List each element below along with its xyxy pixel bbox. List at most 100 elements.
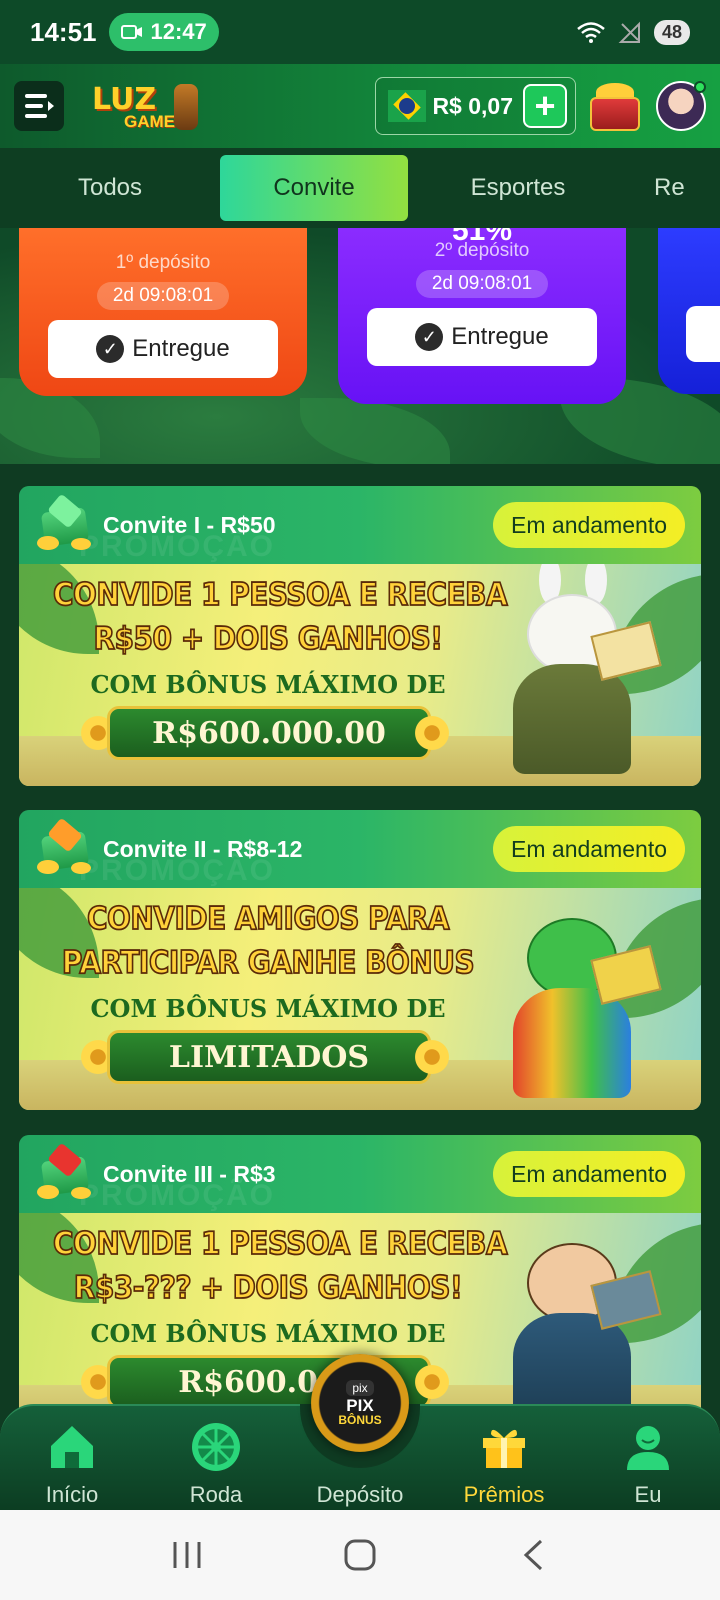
wheel-icon xyxy=(189,1420,243,1474)
deposit-label: 2º depósito xyxy=(434,240,530,261)
tab-todos[interactable]: Todos xyxy=(16,155,204,221)
nav-eu[interactable]: Eu xyxy=(588,1420,708,1508)
check-icon: ✓ xyxy=(415,323,444,351)
tab-partial[interactable]: Re xyxy=(628,155,688,221)
deposit-card-2: 51% 2º depósito 2d 09:08:01 ✓ Entregue xyxy=(338,228,626,404)
promo-header: PROMOÇÃO Convite III - R$3 Em andamento xyxy=(19,1135,701,1213)
deposit-percent: 51% xyxy=(451,228,513,247)
promo-header: PROMOÇÃO Convite I - R$50 Em andamento xyxy=(19,486,701,564)
delivered-button-partial[interactable] xyxy=(686,306,720,362)
promo-header: PROMOÇÃO Convite II - R$8-12 Em andament… xyxy=(19,810,701,888)
system-nav-bar xyxy=(0,1510,720,1600)
brazil-flag-icon xyxy=(388,90,427,122)
flower-icon xyxy=(413,1038,451,1076)
delivered-button[interactable]: ✓ Entregue xyxy=(48,320,278,378)
pix-bonus-label: BÔNUS xyxy=(338,1412,382,1427)
deposit-percent xyxy=(19,228,307,240)
nav-label: Prêmios xyxy=(463,1482,545,1507)
nav-roda[interactable]: Roda xyxy=(156,1420,276,1508)
app-header: LUZ GAMES R$ 0,07 + xyxy=(0,64,720,148)
nav-label: Depósito xyxy=(316,1482,404,1507)
promo-watermark: PROMOÇÃO xyxy=(79,854,275,887)
balance-box[interactable]: R$ 0,07 + xyxy=(375,77,576,135)
banner-line-1: CONVIDE AMIGOS PARA xyxy=(86,899,450,937)
green-gift-icon xyxy=(35,493,93,554)
flower-icon xyxy=(413,714,451,752)
red-gift-icon xyxy=(35,1142,93,1203)
pix-word: PIX xyxy=(346,1395,374,1415)
recent-apps-button[interactable] xyxy=(157,1525,217,1585)
treasure-chest-icon[interactable] xyxy=(586,77,644,135)
deposit-card-1: 1º depósito 2d 09:08:01 ✓ Entregue xyxy=(19,228,307,396)
delivered-label: Entregue xyxy=(451,323,549,350)
pix-logo-icon: pix xyxy=(346,1379,374,1396)
promo-card-1[interactable]: PROMOÇÃO Convite I - R$50 Em andamento C… xyxy=(19,486,701,786)
home-system-button[interactable] xyxy=(330,1525,390,1585)
promo-banner[interactable]: CONVIDE AMIGOS PARA PARTICIPAR GANHE BÔN… xyxy=(19,888,701,1110)
nav-label: Roda xyxy=(189,1482,243,1507)
status-badge[interactable]: Em andamento xyxy=(493,1151,685,1197)
gift-icon xyxy=(477,1420,531,1474)
logo-mascot-icon xyxy=(174,84,198,130)
online-dot-icon xyxy=(694,81,706,93)
app-logo[interactable]: LUZ GAMES xyxy=(92,76,204,136)
user-icon xyxy=(621,1420,675,1474)
back-button[interactable] xyxy=(503,1525,563,1585)
banner-line-3: COM BÔNUS MÁXIMO DE xyxy=(90,1319,446,1348)
status-time: 14:51 xyxy=(30,16,97,47)
banner-line-2: PARTICIPAR GANHE BÔNUS xyxy=(61,943,475,981)
nav-inicio[interactable]: Início xyxy=(12,1420,132,1508)
rabbit-mascot-icon xyxy=(477,564,667,784)
call-timer: 12:47 xyxy=(150,19,207,44)
back-chevron-icon xyxy=(524,1539,543,1571)
wifi-icon xyxy=(577,22,605,43)
status-bar: 14:51 12:47 48 xyxy=(0,0,720,64)
leaf-decoration-icon xyxy=(300,398,450,464)
promo-watermark: PROMOÇÃO xyxy=(79,1179,275,1212)
banner-line-1: CONVIDE 1 PESSOA E RECEBA xyxy=(52,1224,508,1262)
signal-off-icon xyxy=(618,21,640,43)
status-badge[interactable]: Em andamento xyxy=(493,502,685,548)
call-indicator[interactable]: 12:47 xyxy=(108,13,219,51)
menu-icon xyxy=(25,94,54,118)
promo-banner[interactable]: CONVIDE 1 PESSOA E RECEBA R$50 + DOIS GA… xyxy=(19,564,701,786)
video-call-icon xyxy=(120,25,142,39)
promo-card-2[interactable]: PROMOÇÃO Convite II - R$8-12 Em andament… xyxy=(19,810,701,1110)
avatar[interactable] xyxy=(656,81,706,131)
orange-gift-icon xyxy=(35,817,93,878)
deposit-label: 1º depósito xyxy=(115,252,211,273)
nav-label: Eu xyxy=(634,1482,662,1507)
add-funds-button[interactable]: + xyxy=(523,84,567,128)
deposit-timer: 2d 09:08:01 xyxy=(415,270,549,298)
snake-mascot-icon xyxy=(477,898,667,1108)
battery-level: 48 xyxy=(653,19,690,45)
tab-convite[interactable]: Convite xyxy=(220,155,408,221)
recent-apps-icon xyxy=(173,1542,201,1568)
home-square-icon xyxy=(344,1539,376,1571)
delivered-button[interactable]: ✓ Entregue xyxy=(367,308,597,366)
deposit-card-3[interactable] xyxy=(658,228,720,394)
banner-line-1: CONVIDE 1 PESSOA E RECEBA xyxy=(52,575,508,613)
tab-esportes[interactable]: Esportes xyxy=(424,155,612,221)
menu-button[interactable] xyxy=(14,81,64,131)
adventurer-mascot-icon xyxy=(477,1223,667,1433)
deposit-timer: 2d 09:08:01 xyxy=(96,282,230,310)
promo-watermark: PROMOÇÃO xyxy=(79,530,275,563)
category-tabs: Todos Convite Esportes Re xyxy=(0,148,720,228)
pix-bonus-button[interactable]: pix PIX BÔNUS xyxy=(311,1354,409,1452)
banner-line-3: COM BÔNUS MÁXIMO DE xyxy=(90,670,446,699)
banner-line-2: R$3-??? + DOIS GANHOS! xyxy=(73,1268,464,1306)
delivered-label: Entregue xyxy=(132,335,230,362)
banner-amount: LIMITADOS xyxy=(107,1030,431,1084)
status-badge[interactable]: Em andamento xyxy=(493,826,685,872)
check-icon: ✓ xyxy=(96,335,125,363)
banner-line-2: R$50 + DOIS GANHOS! xyxy=(93,619,444,657)
deposit-hero: 1º depósito 2d 09:08:01 ✓ Entregue 51% 2… xyxy=(0,228,720,464)
banner-line-3: COM BÔNUS MÁXIMO DE xyxy=(90,994,446,1023)
balance-value: R$ 0,07 xyxy=(432,92,513,119)
flower-icon xyxy=(413,1363,451,1401)
banner-amount: R$600.000.00 xyxy=(107,706,431,760)
home-icon xyxy=(45,1420,99,1474)
nav-premios[interactable]: Prêmios xyxy=(444,1420,564,1508)
nav-label: Início xyxy=(45,1482,99,1507)
